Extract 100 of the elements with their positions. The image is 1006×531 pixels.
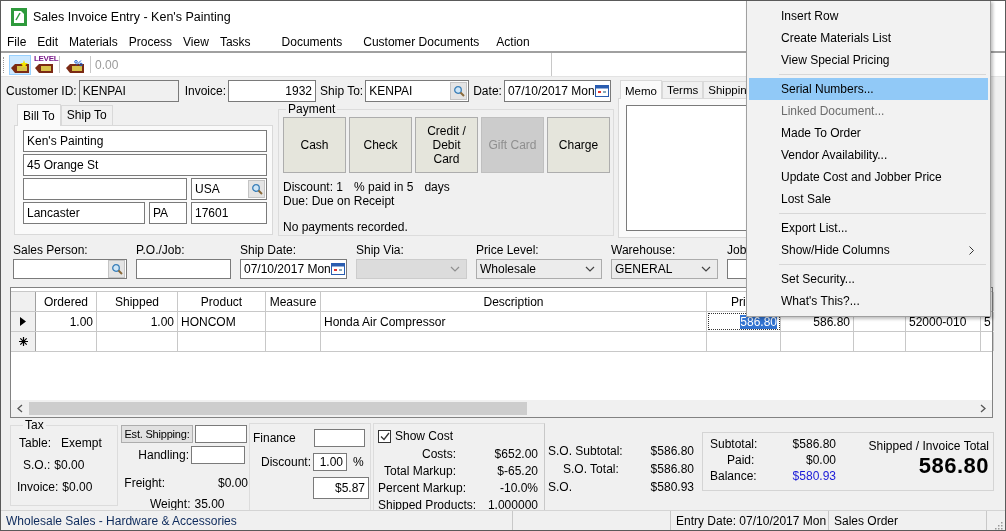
name-field[interactable]: Ken's Painting <box>23 130 267 152</box>
menu-item[interactable]: Insert Row <box>749 5 988 27</box>
value-text: $586.80 <box>650 462 694 476</box>
menu-item[interactable]: Documents <box>280 34 349 49</box>
checkbox[interactable] <box>378 429 391 443</box>
country-field[interactable]: USA <box>191 178 267 200</box>
calendar-icon[interactable] <box>330 263 345 275</box>
state-field[interactable]: PA <box>149 202 187 224</box>
handling-field[interactable] <box>191 445 245 464</box>
input-field[interactable] <box>136 259 231 279</box>
field-label: Weight: <box>150 496 191 511</box>
menu-item[interactable]: Customer Documents <box>362 34 486 49</box>
scroll-left-icon[interactable] <box>17 404 23 413</box>
search-icon[interactable] <box>450 82 468 100</box>
shipping-field[interactable] <box>195 424 247 443</box>
dropdown[interactable]: GENERAL <box>611 259 718 279</box>
field-label: Percent Markup: <box>378 480 467 495</box>
field-label: Date: <box>473 84 502 98</box>
resize-grip-icon[interactable] <box>993 520 1003 530</box>
horizontal-scrollbar[interactable] <box>11 400 992 417</box>
menu-item[interactable]: Lost Sale <box>749 188 988 217</box>
field-label: Finance <box>252 431 297 445</box>
finance-amount-field[interactable]: $5.87 <box>313 476 369 499</box>
discount-field[interactable]: 1.00 <box>313 453 347 471</box>
tab[interactable]: Terms <box>661 81 704 98</box>
payment-button[interactable]: Cash <box>283 117 346 173</box>
chevron-down-icon[interactable] <box>585 266 595 272</box>
scroll-right-icon[interactable] <box>980 404 986 413</box>
status-text: Sales Order <box>828 511 986 530</box>
table-cell[interactable]: 1.00 <box>97 312 178 331</box>
value-text: $0.00 <box>62 480 93 494</box>
invoice-field[interactable]: 1932 <box>228 80 317 102</box>
menu-item[interactable]: Materials <box>68 34 124 49</box>
table-cell[interactable]: 1.00 <box>36 312 97 331</box>
menu-item[interactable]: Process <box>127 34 179 49</box>
toolbar-button[interactable] <box>9 54 31 75</box>
field-label: Balance: <box>710 469 757 483</box>
payment-button[interactable]: Charge <box>547 117 610 173</box>
date-field[interactable]: 07/10/2017 Mon <box>503 80 611 102</box>
tab[interactable]: Ship To <box>60 105 113 125</box>
row-header <box>11 292 36 311</box>
chevron-down-icon[interactable] <box>701 266 711 272</box>
table-cell[interactable]: HONCOM <box>178 312 266 331</box>
menu-item[interactable]: Edit <box>36 34 65 49</box>
field-label: Discount: <box>259 455 311 469</box>
input-field[interactable] <box>13 259 127 279</box>
search-icon[interactable] <box>248 180 265 198</box>
field-label: S.O.: <box>23 458 51 472</box>
panel-title: Payment <box>287 102 337 116</box>
calendar-icon[interactable] <box>594 85 609 97</box>
menu-item[interactable]: Show/Hide Columns <box>749 239 988 268</box>
menu-item[interactable]: View Special Pricing <box>749 49 988 78</box>
menu-item[interactable]: Vendor Availability... <box>749 144 988 166</box>
finance-field[interactable] <box>314 429 365 447</box>
tab[interactable]: Bill To <box>17 104 61 126</box>
table-cell[interactable]: Honda Air Compressor <box>321 312 707 331</box>
terms-text: Discount: 1 <box>283 180 344 194</box>
dropdown[interactable]: Wholesale <box>476 259 602 279</box>
menu-item[interactable]: View <box>182 34 215 49</box>
status-text: Entry Date: 07/10/2017 Mon <box>670 511 828 530</box>
menu-item[interactable]: Serial Numbers... <box>749 78 988 100</box>
address-field[interactable] <box>23 178 187 200</box>
payment-button[interactable]: Check <box>349 117 412 173</box>
menu-item[interactable]: Create Materials List <box>749 27 988 49</box>
customer-id-field[interactable]: KENPAI <box>78 80 179 102</box>
menu-item[interactable]: Made To Order <box>749 122 988 144</box>
payment-status-text: No payments recorded. <box>283 220 409 234</box>
menu-item[interactable]: Action <box>495 34 536 49</box>
column-header: Measure <box>266 292 321 311</box>
tab[interactable]: Memo <box>620 80 662 99</box>
column-header: Shipped <box>97 292 178 311</box>
row-header[interactable] <box>11 312 36 331</box>
payment-button[interactable]: Credit / Debit Card <box>415 117 478 173</box>
row-header[interactable] <box>11 332 36 351</box>
field-label: Sales Person: <box>13 243 89 257</box>
search-icon[interactable] <box>108 260 125 278</box>
menu-item[interactable]: Export List... <box>749 217 988 239</box>
value-text: $580.93 <box>650 480 694 494</box>
value-text: $0.00 <box>805 453 836 467</box>
value-text: 1.000000 <box>487 497 538 512</box>
field-label: Customer ID: <box>6 84 77 98</box>
ship-to-field[interactable]: KENPAI <box>365 80 470 102</box>
field-label: Ship Date: <box>240 243 298 257</box>
field-label: Costs: <box>421 446 456 461</box>
column-header: Product <box>178 292 266 311</box>
percent-sign: % <box>353 455 364 469</box>
menu-item[interactable]: Update Cost and Jobber Price <box>749 166 988 188</box>
street-field[interactable]: 45 Orange St <box>23 154 267 176</box>
value-text: $580.93 <box>792 469 836 483</box>
value-text: 35.00 <box>194 496 225 511</box>
date-field[interactable]: 07/10/2017 Mon <box>240 259 347 279</box>
menu-item[interactable]: Set Security... <box>749 268 988 290</box>
zip-field[interactable]: 17601 <box>191 202 267 224</box>
total-caption: Shipped / Invoice Total <box>868 439 989 453</box>
menu-item[interactable]: Tasks <box>218 34 257 49</box>
field-label: S.O. Total: <box>562 462 619 476</box>
menu-item[interactable]: File <box>6 34 33 49</box>
estimate-shipping-button[interactable]: Est. Shipping: <box>121 424 193 443</box>
city-field[interactable]: Lancaster <box>23 202 145 224</box>
field-label: Freight: <box>123 475 165 490</box>
